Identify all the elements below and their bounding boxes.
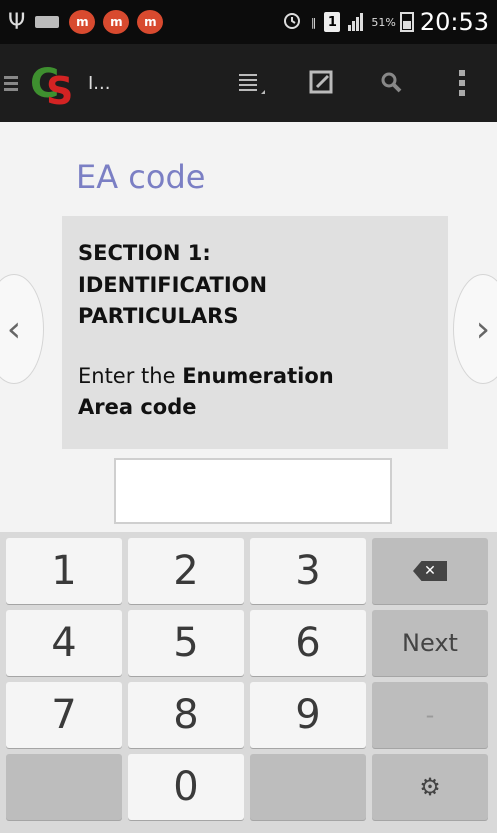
signal-icon [348,13,364,31]
question-prompt: Enter the Enumeration Area code [78,363,334,420]
blank-key [250,754,366,820]
key-3[interactable]: 3 [250,538,366,604]
battery-percent: 51% [371,15,396,29]
app-home-button[interactable]: CS I... [0,57,111,113]
numeric-keyboard: 1 2 3 ✕ 4 5 6 Next 7 8 9 - 0 ⚙ [0,532,497,833]
question-card: SECTION 1: IDENTIFICATION PARTICULARS En… [62,216,448,449]
ea-code-input[interactable] [114,458,392,524]
keyboard-icon [35,16,60,28]
alarm-icon [281,9,303,35]
gear-icon: ⚙ [419,773,441,801]
key-1[interactable]: 1 [6,538,122,604]
key-0[interactable]: 0 [128,754,244,820]
key-5[interactable]: 5 [128,610,244,676]
list-icon[interactable] [217,53,287,113]
sim-icon: 1 [324,12,341,32]
status-bar: Ψ m m m ‖ 1 51% 20:53 [0,0,497,44]
blank-key [6,754,122,820]
usb-icon: Ψ [8,9,26,35]
backspace-icon: ✕ [413,561,447,581]
edit-icon[interactable] [287,53,357,113]
question-view: EA code SECTION 1: IDENTIFICATION PARTIC… [0,122,497,532]
search-icon[interactable] [357,53,427,113]
clock: 20:53 [419,8,489,36]
key-4[interactable]: 4 [6,610,122,676]
notification-icon: m [137,10,164,34]
vibrate-icon: ‖ [310,15,317,29]
key-7[interactable]: 7 [6,682,122,748]
backspace-key[interactable]: ✕ [372,538,488,604]
key-6[interactable]: 6 [250,610,366,676]
chevron-right-icon: › [475,308,491,350]
chevron-left-icon: ‹ [6,308,22,350]
notification-icon: m [103,10,130,34]
drawer-icon [4,73,18,94]
action-bar: CS I... [0,44,497,122]
app-logo: CS [30,61,74,113]
notification-icon: m [69,10,96,34]
dash-key[interactable]: - [372,682,488,748]
overflow-icon[interactable] [427,53,497,113]
key-2[interactable]: 2 [128,538,244,604]
battery-icon [399,12,414,32]
settings-key[interactable]: ⚙ [372,754,488,820]
section-heading: SECTION 1: IDENTIFICATION PARTICULARS [78,241,268,328]
question-title: EA code [76,158,206,196]
key-9[interactable]: 9 [250,682,366,748]
next-button[interactable]: › [453,274,497,384]
app-title: I... [88,72,111,94]
previous-button[interactable]: ‹ [0,274,44,384]
next-key[interactable]: Next [372,610,488,676]
key-8[interactable]: 8 [128,682,244,748]
